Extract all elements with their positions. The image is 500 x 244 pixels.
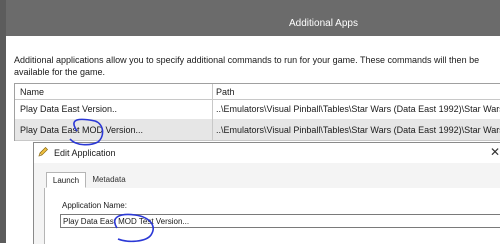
application-name-label: Application Name: xyxy=(62,201,127,210)
dialog-titlebar: Edit Application ✕ xyxy=(34,143,500,163)
pencil-icon xyxy=(38,147,48,157)
edit-application-dialog: Edit Application ✕ Launch Metadata Appli… xyxy=(33,142,500,244)
column-header-name[interactable]: Name xyxy=(20,84,209,99)
row-name-cell: Play Data East MOD Version... xyxy=(20,124,144,135)
application-name-input[interactable] xyxy=(60,214,500,228)
dialog-tabs: Launch Metadata xyxy=(44,172,500,189)
grid-header-row: Name Path xyxy=(15,84,500,100)
description-text: Additional applications allow you to spe… xyxy=(14,55,480,77)
row-path-cell: ..\Emulators\Visual Pinball\Tables\Star … xyxy=(216,124,500,135)
page-title: Additional Apps xyxy=(289,18,358,29)
page-header: Additional Apps xyxy=(6,0,500,36)
tab-launch[interactable]: Launch xyxy=(46,172,86,188)
additional-apps-grid: Name Path Play Data East Version.. ..\Em… xyxy=(14,83,500,141)
close-icon[interactable]: ✕ xyxy=(490,145,500,159)
table-row-selected[interactable]: Play Data East MOD Version... ..\Emulato… xyxy=(15,119,500,141)
window-frame xyxy=(0,0,6,243)
dialog-title: Edit Application xyxy=(54,148,116,158)
column-separator[interactable] xyxy=(212,84,213,141)
table-row[interactable]: Play Data East Version.. ..\Emulators\Vi… xyxy=(15,99,500,120)
row-name-cell: Play Data East Version.. xyxy=(20,104,118,114)
row-path-cell: ..\Emulators\Visual Pinball\Tables\Star … xyxy=(216,104,500,114)
launch-panel: Application Name: xyxy=(44,188,500,244)
tab-metadata[interactable]: Metadata xyxy=(88,172,130,188)
column-header-path[interactable]: Path xyxy=(216,84,500,99)
